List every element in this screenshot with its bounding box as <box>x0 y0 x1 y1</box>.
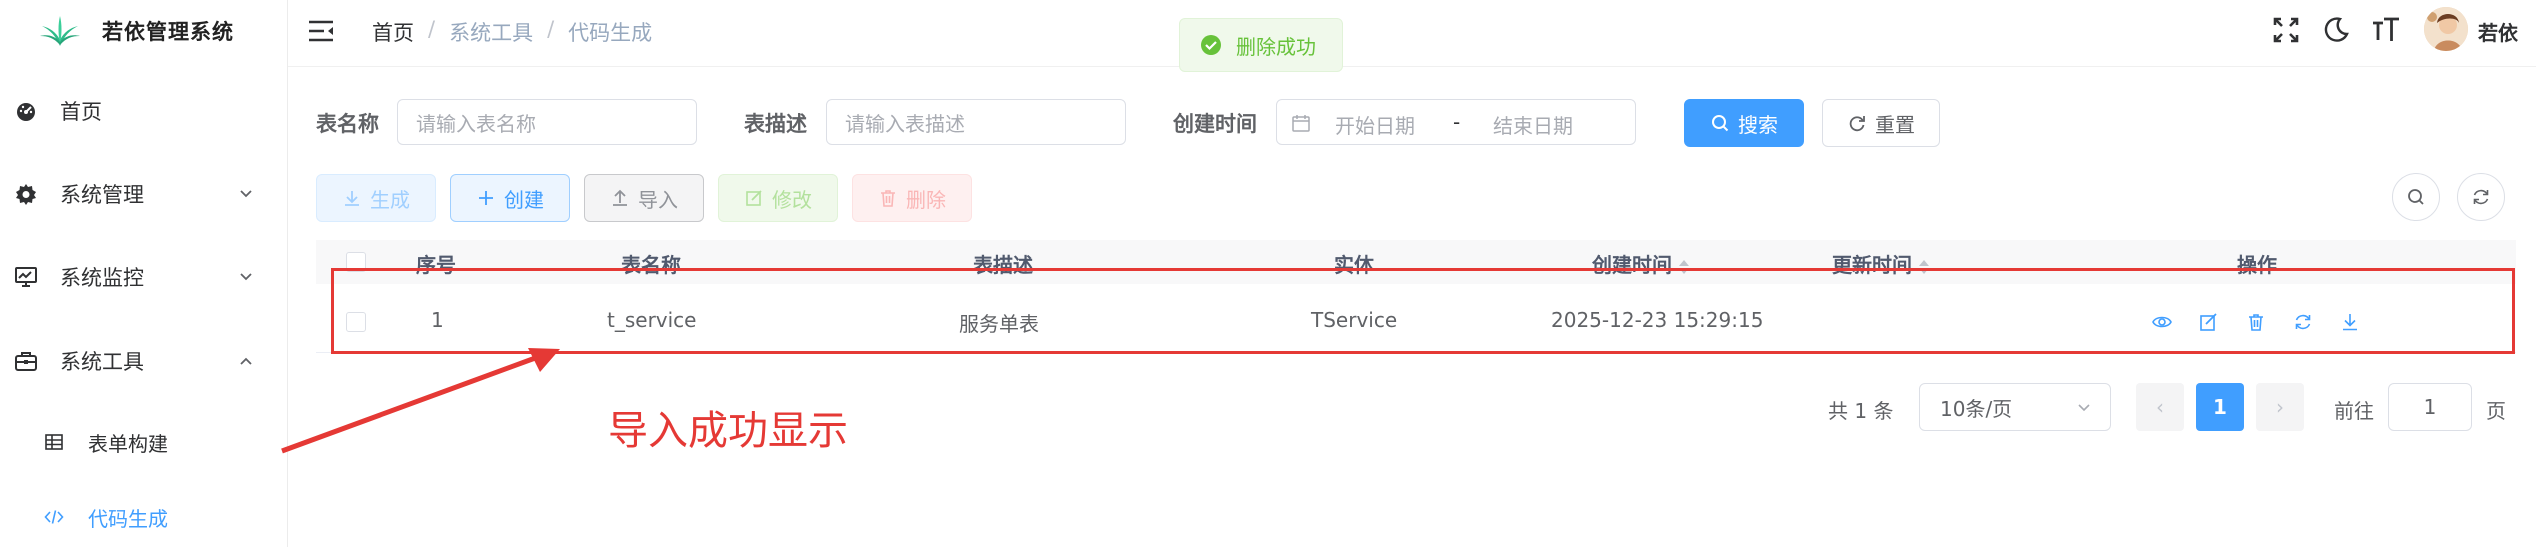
refresh-table-button[interactable] <box>2457 173 2505 221</box>
sidebar-item-label: 系统管理 <box>60 183 144 207</box>
font-size-icon[interactable] <box>2370 14 2402 46</box>
import-button[interactable]: 导入 <box>584 174 704 222</box>
delete-button-label: 删除 <box>906 187 946 212</box>
edit-icon <box>746 190 762 206</box>
reset-button[interactable]: 重置 <box>1822 99 1940 147</box>
toolbox-icon <box>15 352 37 371</box>
search-button[interactable]: 搜索 <box>1684 99 1804 147</box>
sidebar-item-system-monitor[interactable]: 系统监控 <box>0 247 287 307</box>
breadcrumb-code-gen: 代码生成 <box>568 21 653 45</box>
breadcrumb-system-tools: 系统工具 <box>449 21 534 45</box>
chevron-down-icon <box>2078 404 2090 412</box>
menu-fold-icon[interactable] <box>308 20 334 42</box>
user-name[interactable]: 若依 <box>2478 17 2518 46</box>
breadcrumb-separator: / <box>547 17 555 41</box>
gear-icon <box>16 184 36 205</box>
code-icon <box>44 510 64 524</box>
table-name-label: 表名称 <box>316 112 379 136</box>
table-desc-input[interactable]: 请输入表描述 <box>826 99 1126 145</box>
sidebar-item-label: 首页 <box>60 100 102 124</box>
start-date-placeholder: 开始日期 <box>1335 114 1415 138</box>
breadcrumb-separator: / <box>428 17 436 41</box>
calendar-icon <box>1292 115 1310 132</box>
create-button[interactable]: 创建 <box>450 174 570 222</box>
success-toast: 删除成功 <box>1179 18 1343 72</box>
annotation-text: 导入成功显示 <box>608 408 848 454</box>
fullscreen-icon[interactable] <box>2270 14 2302 46</box>
reset-button-label: 重置 <box>1875 112 1915 137</box>
chevron-down-icon <box>240 190 252 198</box>
refresh-icon <box>2473 189 2489 205</box>
monitor-icon <box>15 267 37 287</box>
page-size-value: 10条/页 <box>1940 396 2013 421</box>
generate-button-label: 生成 <box>370 187 410 212</box>
page-number-button[interactable]: 1 <box>2196 383 2244 431</box>
top-navbar: 首页 / 系统工具 / 代码生成 若依 <box>288 0 2536 67</box>
sidebar-item-home[interactable]: 首页 <box>0 81 287 141</box>
create-time-label: 创建时间 <box>1173 112 1257 136</box>
check-circle-icon <box>1201 35 1221 55</box>
app-title: 若依管理系统 <box>102 20 234 44</box>
sidebar-subitem-form-builder[interactable]: 表单构建 <box>0 414 287 470</box>
logo-icon <box>40 16 80 46</box>
dark-mode-icon[interactable] <box>2320 14 2352 46</box>
table-desc-placeholder: 请输入表描述 <box>845 111 965 136</box>
end-date-placeholder: 结束日期 <box>1493 114 1573 138</box>
sidebar-item-label: 系统监控 <box>60 266 144 290</box>
sidebar-item-system-tools[interactable]: 系统工具 <box>0 331 287 391</box>
toast-message: 删除成功 <box>1236 34 1316 59</box>
goto-label: 前往 <box>2334 399 2374 423</box>
chevron-up-icon <box>240 357 252 365</box>
avatar[interactable] <box>2424 7 2468 51</box>
download-icon <box>345 191 359 206</box>
edit-button-label: 修改 <box>772 187 812 212</box>
search-button-label: 搜索 <box>1738 112 1778 137</box>
sidebar-item-system-admin[interactable]: 系统管理 <box>0 164 287 224</box>
table-desc-label: 表描述 <box>744 112 807 136</box>
search-icon <box>2408 189 2424 205</box>
pagination-total: 共 1 条 <box>1828 399 1894 423</box>
next-page-button[interactable]: › <box>2256 383 2304 431</box>
goto-page-input[interactable]: 1 <box>2388 383 2472 431</box>
breadcrumb-home[interactable]: 首页 <box>372 17 414 47</box>
create-button-label: 创建 <box>504 187 544 212</box>
toggle-search-button[interactable] <box>2392 173 2440 221</box>
table-name-input[interactable]: 请输入表名称 <box>397 99 697 145</box>
plus-icon <box>479 191 493 205</box>
date-range-separator: - <box>1453 110 1461 134</box>
upload-icon <box>613 189 627 206</box>
search-icon <box>1712 115 1729 132</box>
dashboard-icon <box>17 103 35 121</box>
sidebar-item-label: 系统工具 <box>60 350 144 374</box>
trash-icon <box>881 190 895 207</box>
sidebar-subitem-label: 表单构建 <box>88 431 168 456</box>
prev-page-button[interactable]: ‹ <box>2136 383 2184 431</box>
table-name-placeholder: 请输入表名称 <box>416 111 536 136</box>
generate-button[interactable]: 生成 <box>316 174 436 222</box>
date-range-picker[interactable]: 开始日期 - 结束日期 <box>1276 99 1636 145</box>
sidebar: 若依管理系统 首页 系统管理 系统监控 系统工具 表单构建 代码生成 <box>0 0 288 547</box>
breadcrumb: 首页 / 系统工具 / 代码生成 <box>372 17 652 47</box>
chevron-down-icon <box>240 273 252 281</box>
import-button-label: 导入 <box>638 187 678 212</box>
highlight-box <box>331 268 2515 354</box>
delete-button[interactable]: 删除 <box>852 174 972 222</box>
user-avatar-image <box>2424 7 2468 51</box>
sidebar-subitem-label: 代码生成 <box>88 506 168 531</box>
page-size-select[interactable]: 10条/页 <box>1919 383 2111 431</box>
edit-button[interactable]: 修改 <box>718 174 838 222</box>
page-suffix: 页 <box>2486 399 2506 423</box>
sidebar-subitem-code-gen[interactable]: 代码生成 <box>0 489 287 545</box>
table-grid-icon <box>45 434 63 450</box>
refresh-icon <box>1849 116 1865 132</box>
app-logo[interactable]: 若依管理系统 <box>38 14 234 48</box>
